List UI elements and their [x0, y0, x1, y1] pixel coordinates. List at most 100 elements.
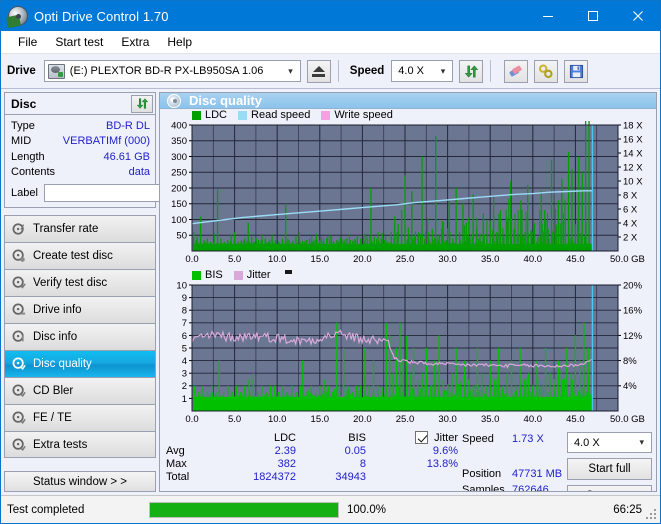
progress-percent: 100.0% — [347, 503, 387, 516]
legend-swatch-ldc — [192, 110, 201, 120]
sidebar-item-label: FE / TE — [33, 412, 72, 424]
refresh-button[interactable] — [459, 59, 484, 83]
speed-readout-value: 1.73 X — [512, 433, 544, 445]
page-title: Disc quality — [189, 93, 262, 108]
svg-text:15.0: 15.0 — [311, 414, 330, 425]
disc-row-value: BD-R DL — [105, 119, 150, 132]
sidebar-item-verify-test-disc[interactable]: Verify test disc — [4, 269, 156, 296]
menu-item-help[interactable]: Help — [158, 33, 201, 51]
test-readouts: Speed 1.73 X Position 47731 MB Samples 7… — [462, 431, 567, 491]
stat-avg-ldc: 2.39 — [274, 445, 296, 457]
svg-text:35.0: 35.0 — [481, 414, 500, 425]
drive-icon — [47, 63, 65, 79]
toolbar-divider — [337, 60, 339, 82]
sidebar-item-label: Create test disc — [33, 250, 113, 262]
disc-quality-icon — [167, 93, 181, 108]
menu-item-extra[interactable]: Extra — [112, 33, 158, 51]
status-bar: Test completed 100.0% 66:25 — [1, 495, 660, 523]
stat-row-label-total: Total — [166, 471, 190, 483]
status-message: Test completed — [7, 503, 85, 516]
sidebar-item-extra-tests[interactable]: Extra tests — [4, 431, 156, 458]
svg-text:8 X: 8 X — [623, 190, 638, 201]
svg-text:20.0: 20.0 — [353, 414, 372, 425]
test-speed-select[interactable]: 4.0 X ▾ — [567, 432, 652, 453]
disc-panel-header: Disc — [5, 93, 155, 115]
maximize-icon[interactable] — [570, 1, 615, 31]
sidebar-item-disc-info[interactable]: Disc info — [4, 323, 156, 350]
jitter-toggle-cell[interactable]: Jitter — [366, 431, 458, 444]
stat-avg-bis: 0.05 — [344, 445, 366, 457]
speed-select[interactable]: 4.0 X ▾ — [391, 60, 454, 82]
tools-button[interactable] — [534, 59, 559, 83]
disc-extra-icon — [12, 438, 26, 451]
progress-bar-fill — [150, 502, 338, 517]
menu-bar: File Start test Extra Help — [1, 31, 660, 54]
svg-text:45.0: 45.0 — [566, 254, 585, 265]
sidebar-item-label: Drive info — [33, 304, 82, 316]
stat-max-ldc: 382 — [277, 458, 296, 470]
statistics-grid: LDC BIS Jitter Avg 2.39 0.05 9.6% Max 38… — [166, 431, 458, 483]
bottom-chart[interactable]: 1 2 3 4 5 6 7 8 9 10 4% 8% 12% 16% 20% 0.0 5.0 10.0 15.0 20… — [160, 281, 656, 429]
jitter-checkbox[interactable] — [415, 431, 429, 444]
close-icon[interactable] — [615, 1, 660, 31]
resize-grip[interactable] — [646, 509, 657, 520]
sidebar-item-transfer-rate[interactable]: Transfer rate — [4, 215, 156, 242]
stat-avg-jitter: 9.6% — [432, 445, 458, 457]
sidebar-item-create-test-disc[interactable]: Create test disc — [4, 242, 156, 269]
start-part-button[interactable]: Start part — [567, 485, 652, 491]
disc-info-icon — [12, 330, 24, 342]
legend-swatch-read-speed — [238, 110, 248, 120]
chevron-down-icon: ▾ — [639, 437, 644, 447]
jitter-label: Jitter — [434, 431, 458, 444]
disc-row-type: Type BD-R DL — [11, 118, 150, 134]
status-window-button[interactable]: Status window > > — [4, 471, 156, 492]
drive-label: Drive — [7, 65, 36, 77]
save-button[interactable] — [564, 59, 589, 83]
chevron-down-icon: ▾ — [440, 65, 446, 76]
drive-toolbar: Drive (E:) PLEXTOR BD-R PX-LB950SA 1.06 … — [1, 54, 660, 89]
svg-text:20%: 20% — [623, 281, 643, 291]
svg-text:300: 300 — [171, 152, 187, 163]
svg-text:10.0: 10.0 — [268, 414, 287, 425]
disc-refresh-button[interactable] — [131, 94, 153, 113]
disc-bler-icon — [12, 384, 26, 397]
erase-button[interactable] — [504, 59, 529, 83]
start-full-button[interactable]: Start full — [567, 458, 652, 480]
sidebar-item-fe-te[interactable]: FE / TE — [4, 404, 156, 431]
menu-item-file[interactable]: File — [9, 33, 46, 51]
window-title: Opti Drive Control 1.70 — [34, 8, 169, 24]
sidebar-item-cd-bler[interactable]: CD Bler — [4, 377, 156, 404]
svg-text:5.0: 5.0 — [228, 254, 241, 265]
minimize-icon[interactable] — [525, 1, 570, 31]
test-buttons: 4.0 X ▾ Start full Start part — [567, 431, 652, 491]
disc-drive-icon — [12, 303, 26, 315]
refresh-icon — [136, 98, 148, 109]
svg-text:4%: 4% — [623, 381, 637, 392]
sidebar-item-label: Disc quality — [33, 358, 92, 370]
disc-fete-icon — [12, 411, 26, 424]
sidebar-item-disc-quality[interactable]: Disc quality — [4, 350, 156, 377]
svg-text:10.0: 10.0 — [268, 254, 287, 265]
eject-button[interactable] — [306, 59, 331, 83]
position-label: Position — [462, 468, 502, 480]
left-sidebar: Disc Type BD-R DL MID VERBATIMf (000) Le… — [1, 90, 245, 494]
disc-verify-icon — [12, 276, 26, 289]
statistics-area: LDC BIS Jitter Avg 2.39 0.05 9.6% Max 38… — [160, 429, 656, 491]
disc-panel-title: Disc — [11, 96, 37, 111]
svg-text:16%: 16% — [623, 306, 643, 317]
bottom-chart-svg: 1 23 4 56 78 9 10 4% 8% 12% 16% 20% 0.0 5.0 10.0 15.0 20… — [176, 281, 644, 425]
drive-select[interactable]: (E:) PLEXTOR BD-R PX-LB950SA 1.06 ▾ — [43, 60, 301, 82]
svg-text:5: 5 — [182, 343, 187, 354]
stat-header-bis: BIS — [348, 431, 366, 444]
svg-text:6 X: 6 X — [623, 204, 638, 215]
stat-total-bis: 34943 — [335, 471, 366, 483]
svg-text:250: 250 — [171, 168, 187, 179]
disc-row-contents: Contents data — [11, 165, 150, 181]
disc-quality-icon — [12, 357, 26, 370]
progress-bar — [149, 501, 339, 518]
disc-row-key: Contents — [11, 166, 56, 179]
sidebar-item-drive-info[interactable]: Drive info — [4, 296, 156, 323]
top-chart[interactable]: 50 100 150 200 250 300 350 400 2 X 4 X 6 X 8 X 10 X 1… — [160, 121, 656, 269]
disc-row-key: Length — [11, 150, 45, 163]
menu-item-start-test[interactable]: Start test — [46, 33, 112, 51]
